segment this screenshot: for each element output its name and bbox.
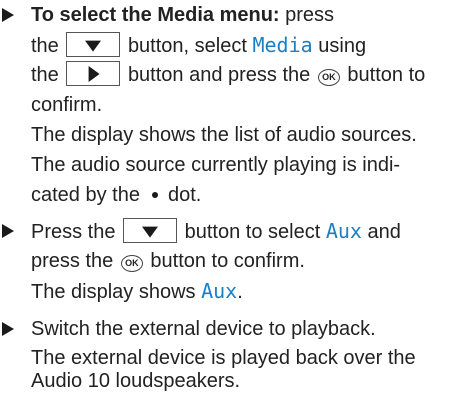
- media-menu-label: Media: [252, 33, 313, 57]
- right-triangle-icon: [88, 65, 100, 82]
- step1-line6-text: The audio source currently playing is in…: [31, 154, 401, 176]
- down-arrow-key: [123, 218, 178, 243]
- ok-button-icon: OK: [317, 69, 340, 86]
- step3-line3: Audio 10 loudspeakers.: [31, 366, 240, 396]
- step1-line5: The display shows the list of audio sour…: [31, 120, 417, 150]
- step1-line6: The audio source currently playing is in…: [31, 150, 400, 180]
- step1-line3-text-c: button to: [347, 64, 426, 86]
- step3-line3-text: Audio 10 loudspeakers.: [31, 370, 241, 392]
- step1-line1: To select the Media menu: press: [31, 0, 334, 30]
- step1-line1-text: press: [285, 4, 335, 26]
- step1-line3-text-b: button and press the: [127, 64, 311, 86]
- step1-line3-text-a: the: [31, 64, 59, 86]
- step2-line3: The display shows Aux.: [31, 276, 243, 306]
- step1-line7: cated by the dot.: [31, 180, 201, 210]
- step2-line1-text-a: Press the: [31, 221, 116, 243]
- step2-line2: press the OK button to confirm.: [31, 246, 305, 276]
- aux-option-label: Aux: [325, 219, 362, 243]
- down-arrow-key: [66, 32, 121, 57]
- down-triangle-icon: [85, 40, 102, 52]
- step2-line1: Press the button to select Aux and: [31, 216, 401, 246]
- aux-display-label: Aux: [201, 279, 238, 303]
- step1-line5-text: The display shows the list of audio sour…: [31, 124, 417, 146]
- step2-line3-text-a: The display shows: [31, 281, 196, 303]
- step3-line1-text: Switch the external device to playback.: [31, 318, 376, 340]
- ok-button-icon: OK: [120, 255, 143, 272]
- playing-dot-icon: [151, 192, 158, 198]
- step1-line2-text-a: the: [31, 35, 59, 57]
- step1-line3: the button and press the OK button to: [31, 60, 425, 90]
- step1-line2-text-c: using: [318, 35, 367, 57]
- step-bullet-icon: [2, 224, 14, 238]
- step-bullet-icon: [2, 8, 14, 22]
- step1-line4-text: confirm.: [31, 94, 103, 116]
- step2-line2-text-a: press the: [31, 250, 114, 272]
- step1-line7-text-b: dot.: [167, 184, 202, 206]
- step-bullet-icon: [2, 322, 14, 336]
- step2-line1-text-c: and: [367, 221, 401, 243]
- right-arrow-key: [66, 61, 121, 86]
- step1-line2-text-b: button, select: [127, 35, 247, 57]
- step1-line2: the button, select Media using: [31, 30, 366, 60]
- step2-line3-text-b: .: [237, 281, 243, 303]
- step1-line7-text-a: cated by the: [31, 184, 140, 206]
- down-triangle-icon: [142, 226, 159, 238]
- step2-line2-text-b: button to confirm.: [150, 250, 305, 272]
- step1-heading: To select the Media menu:: [31, 4, 280, 26]
- step1-line4: confirm.: [31, 90, 102, 120]
- step2-line1-text-b: button to select: [184, 221, 321, 243]
- step3-line1: Switch the external device to playback.: [31, 314, 376, 344]
